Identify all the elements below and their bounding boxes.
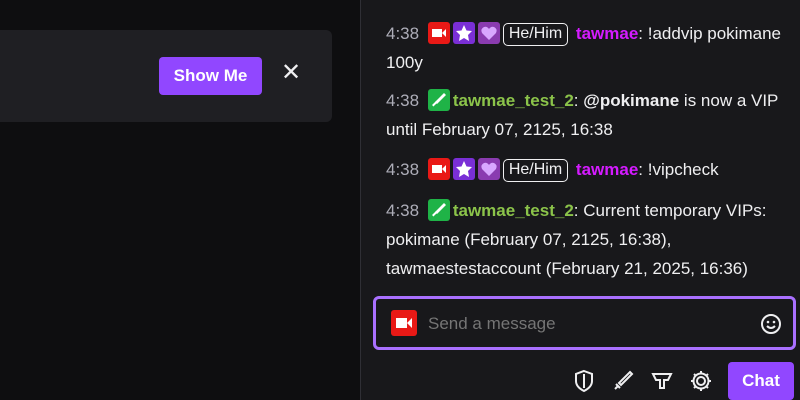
chat-message: 4:38 He/Him tawmae: !addvip pokimane 100… [386,22,781,72]
pronoun-badge[interactable]: He/Him [502,23,569,46]
broadcaster-icon[interactable] [427,158,450,180]
sword-icon[interactable] [610,368,636,394]
close-icon[interactable]: ✕ [280,60,302,86]
heart-icon[interactable] [477,22,500,44]
timestamp: 4:38 [386,160,420,179]
crown-icon[interactable] [649,368,675,394]
timestamp: 4:38 [386,201,420,220]
chat-input-box[interactable] [373,296,796,350]
chat-panel: 4:38 He/Him tawmae: !addvip pokimane 100… [361,0,800,400]
star-icon[interactable] [452,158,475,180]
stream-area: Show Me ✕ [0,0,360,400]
broadcaster-icon[interactable] [391,310,417,336]
shield-icon[interactable] [571,368,597,394]
mention[interactable]: @pokimane [583,91,679,110]
broadcaster-icon[interactable] [427,22,450,44]
message-text: !vipcheck [647,160,719,179]
heart-icon[interactable] [477,158,500,180]
username[interactable]: tawmae [576,24,638,43]
gear-icon[interactable] [688,368,714,394]
pronoun-badge[interactable]: He/Him [502,159,569,182]
show-me-button[interactable]: Show Me [159,57,262,95]
chat-send-button[interactable]: Chat [728,362,794,400]
username[interactable]: tawmae_test_2 [453,201,574,220]
timestamp: 4:38 [386,91,420,110]
timestamp: 4:38 [386,24,420,43]
chat-message: 4:38 He/Him tawmae: !vipcheck [386,155,781,184]
moderator-sword-icon[interactable] [427,199,450,221]
star-icon[interactable] [452,22,475,44]
moderator-sword-icon[interactable] [427,89,450,111]
chat-message: 4:38 tawmae_test_2: @pokimane is now a V… [386,89,779,139]
username[interactable]: tawmae_test_2 [453,91,574,110]
chat-message: 4:38 tawmae_test_2: Current temporary VI… [386,199,767,278]
chat-input[interactable] [428,313,728,335]
username[interactable]: tawmae [576,160,638,179]
emoji-icon[interactable] [759,312,783,336]
